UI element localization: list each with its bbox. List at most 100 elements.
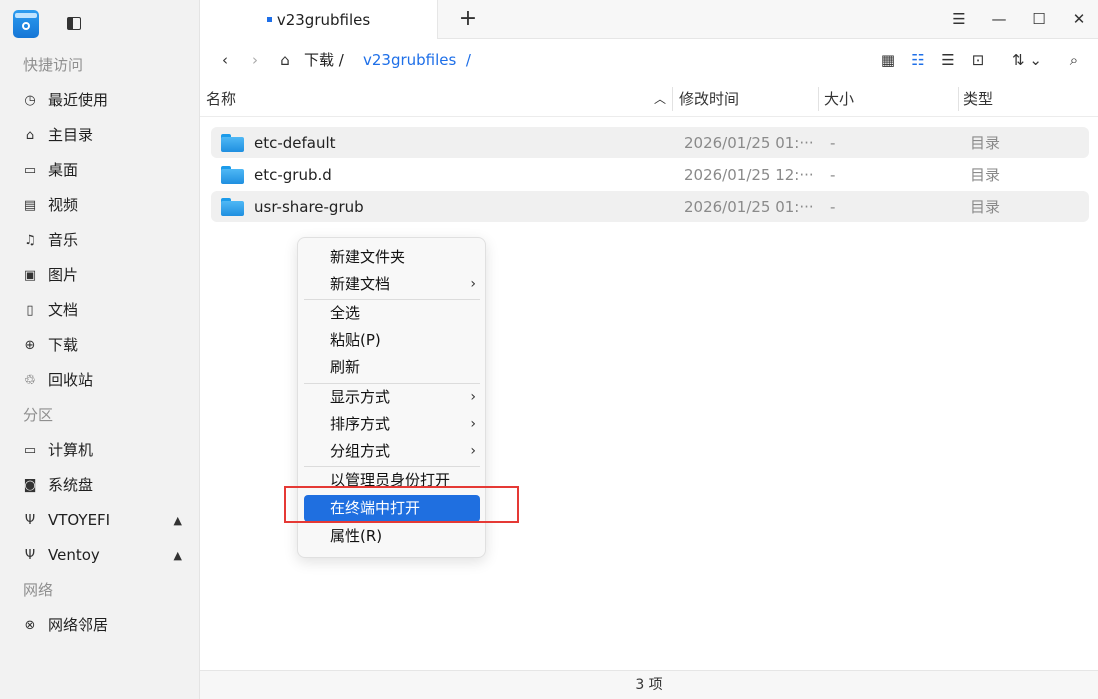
- file-size: -: [830, 165, 836, 184]
- toolbar: ‹ › ⌂ 下载 / v23grubfiles / ▦ ☷ ☰ ⊡ ⇅ ⌄ ⌕: [200, 39, 1098, 81]
- sidebar-item-downloads[interactable]: ⊕ 下载: [0, 328, 200, 363]
- tab-v23grubfiles[interactable]: v23grubfiles: [200, 0, 438, 39]
- sidebar-item-system-disk[interactable]: ◙ 系统盘: [0, 468, 200, 503]
- menu-item-select-all[interactable]: 全选: [304, 300, 480, 327]
- sidebar-item-label: 主目录: [48, 126, 94, 144]
- breadcrumb-downloads[interactable]: 下载 /: [304, 49, 344, 71]
- section-network: 网络: [23, 581, 54, 599]
- annotation-highlight-box: [284, 486, 519, 523]
- file-name: etc-default: [254, 133, 336, 152]
- file-name: etc-grub.d: [254, 165, 332, 184]
- sidebar: 快捷访问 ◷ 最近使用 ⌂ 主目录 ▭ 桌面 ▤ 视频 ♫ 音乐 ▣ 图片 ▯ 文档 ⊕ 下载 …: [0, 0, 200, 699]
- home-icon[interactable]: ⌂: [274, 49, 296, 71]
- forward-button[interactable]: ›: [244, 49, 266, 71]
- icon-view-icon[interactable]: ▦: [877, 49, 899, 71]
- column-divider[interactable]: [958, 87, 959, 111]
- sidebar-item-home[interactable]: ⌂ 主目录: [0, 118, 200, 153]
- sidebar-item-label: 音乐: [48, 231, 79, 249]
- sidebar-item-ventoy[interactable]: Ψ Ventoy ▲: [0, 538, 200, 573]
- video-icon: ▤: [23, 198, 37, 213]
- sidebar-item-label: 最近使用: [48, 91, 109, 109]
- document-icon: ▯: [26, 303, 34, 318]
- eject-icon[interactable]: ▲: [174, 538, 182, 573]
- sidebar-item-recent[interactable]: ◷ 最近使用: [0, 83, 200, 118]
- breadcrumb-current[interactable]: v23grubfiles /: [363, 49, 471, 71]
- sidebar-item-music[interactable]: ♫ 音乐: [0, 223, 200, 258]
- menu-item-group-by[interactable]: 分组方式 ›: [304, 438, 480, 465]
- column-divider[interactable]: [672, 87, 673, 111]
- menu-item-new-document[interactable]: 新建文档 ›: [304, 271, 480, 298]
- eject-icon[interactable]: ▲: [174, 503, 182, 538]
- preview-icon[interactable]: ⊡: [967, 49, 989, 71]
- maximize-button[interactable]: ☐: [1028, 8, 1050, 30]
- sidebar-item-label: 计算机: [48, 441, 94, 459]
- section-partitions: 分区: [23, 406, 54, 424]
- sidebar-item-documents[interactable]: ▯ 文档: [0, 293, 200, 328]
- sidebar-item-desktop[interactable]: ▭ 桌面: [0, 153, 200, 188]
- column-header-row: 名称 ︿ 修改时间 大小 类型: [200, 81, 1098, 117]
- menu-item-new-folder[interactable]: 新建文件夹: [304, 244, 480, 271]
- sidebar-item-video[interactable]: ▤ 视频: [0, 188, 200, 223]
- file-size: -: [830, 133, 836, 152]
- sort-dropdown-icon[interactable]: ⇅ ⌄: [1007, 49, 1047, 71]
- disk-icon: ◙: [23, 478, 37, 493]
- back-button[interactable]: ‹: [214, 49, 236, 71]
- column-type[interactable]: 类型: [963, 81, 993, 117]
- tab-title: v23grubfiles: [276, 10, 371, 29]
- file-type: 目录: [970, 166, 1001, 184]
- menu-item-properties[interactable]: 属性(R): [304, 523, 480, 550]
- menu-item-display-mode[interactable]: 显示方式 ›: [304, 384, 480, 411]
- download-icon: ⊕: [24, 338, 36, 353]
- sort-ascending-icon[interactable]: ︿: [654, 81, 666, 117]
- folder-icon: [221, 165, 244, 184]
- sidebar-item-trash[interactable]: ♲ 回收站: [0, 363, 200, 398]
- menu-item-paste[interactable]: 粘贴(P): [304, 327, 480, 354]
- sidebar-item-label: VTOYEFI: [48, 511, 111, 529]
- sidebar-item-label: Ventoy: [48, 546, 100, 564]
- sidebar-item-label: 图片: [48, 266, 79, 284]
- table-row[interactable]: etc-default 2026/01/25 01:··· - 目录: [211, 127, 1089, 158]
- new-tab-button[interactable]: +: [456, 7, 480, 31]
- list-view-icon[interactable]: ☷: [907, 49, 929, 71]
- menu-item-sort-by[interactable]: 排序方式 ›: [304, 411, 480, 438]
- menu-item-refresh[interactable]: 刷新: [304, 354, 480, 381]
- sidebar-item-vtoyefi[interactable]: Ψ VTOYEFI ▲: [0, 503, 200, 538]
- clock-icon: ◷: [24, 93, 36, 108]
- file-type: 目录: [970, 198, 1001, 216]
- sidebar-item-label: 下载: [48, 336, 79, 354]
- column-divider[interactable]: [818, 87, 819, 111]
- sidebar-item-computer[interactable]: ▭ 计算机: [0, 433, 200, 468]
- file-manager-logo-icon: [13, 10, 39, 38]
- tree-view-icon[interactable]: ☰: [937, 49, 959, 71]
- usb-icon: Ψ: [24, 513, 36, 528]
- sidebar-item-label: 网络邻居: [48, 616, 109, 634]
- section-quick-access: 快捷访问: [23, 56, 84, 74]
- chevron-right-icon: ›: [470, 389, 476, 405]
- sidebar-toggle-icon[interactable]: [67, 17, 81, 30]
- chevron-right-icon: ›: [470, 276, 476, 292]
- tab-bar: v23grubfiles + ☰ — ☐ ✕: [200, 0, 1098, 39]
- sidebar-item-pictures[interactable]: ▣ 图片: [0, 258, 200, 293]
- chevron-right-icon: ›: [470, 416, 476, 432]
- close-button[interactable]: ✕: [1068, 8, 1090, 30]
- sidebar-item-label: 系统盘: [48, 476, 94, 494]
- desktop-icon: ▭: [23, 163, 37, 178]
- table-row[interactable]: usr-share-grub 2026/01/25 01:··· - 目录: [211, 191, 1089, 222]
- menu-icon[interactable]: ☰: [948, 8, 970, 30]
- folder-icon: [221, 197, 244, 216]
- chevron-right-icon: ›: [470, 443, 476, 459]
- search-icon[interactable]: ⌕: [1063, 49, 1085, 71]
- column-size[interactable]: 大小: [824, 81, 854, 117]
- music-icon: ♫: [24, 233, 36, 248]
- sidebar-item-label: 桌面: [48, 161, 79, 179]
- sidebar-item-network-neighborhood[interactable]: ⊗ 网络邻居: [0, 608, 200, 643]
- column-modified[interactable]: 修改时间: [679, 81, 739, 117]
- column-name[interactable]: 名称: [206, 81, 236, 117]
- trash-icon: ♲: [24, 373, 36, 388]
- file-size: -: [830, 197, 836, 216]
- usb-icon: Ψ: [24, 548, 36, 563]
- home-icon: ⌂: [25, 128, 35, 143]
- minimize-button[interactable]: —: [988, 8, 1010, 30]
- sidebar-item-label: 视频: [48, 196, 79, 214]
- table-row[interactable]: etc-grub.d 2026/01/25 12:··· - 目录: [211, 159, 1089, 190]
